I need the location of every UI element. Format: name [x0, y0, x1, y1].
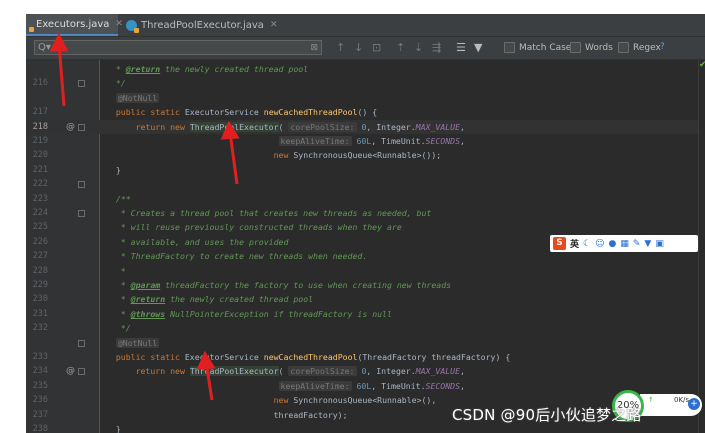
sogou-logo-icon[interactable]: S	[553, 237, 566, 250]
arrow-to-tab-head	[49, 32, 69, 52]
plus-icon[interactable]: +	[688, 398, 700, 410]
arrow-to-first-call-head	[220, 120, 240, 140]
moon-icon[interactable]: ☾	[583, 239, 591, 249]
arrow-to-tab	[57, 43, 66, 107]
mic-icon[interactable]: ●	[608, 239, 616, 249]
arrow-to-first-call	[228, 131, 239, 185]
ide-window: Executors.java ✕ ThreadPoolExecutor.java…	[26, 14, 705, 433]
smile-icon[interactable]: ☺	[595, 239, 604, 249]
shirt-icon[interactable]: ▼	[644, 239, 651, 249]
keyboard-icon[interactable]: ▦	[620, 239, 629, 249]
watermark: CSDN @90后小伙追梦之路	[452, 406, 642, 424]
speed-panel: ↑ 0K/s +	[640, 394, 702, 416]
arrow-to-second-call-head	[196, 350, 216, 370]
speed-value: 0K/s	[674, 396, 690, 404]
tool-icon[interactable]: ✎	[633, 239, 641, 249]
upload-arrow-icon: ↑	[648, 396, 654, 404]
ime-language-label[interactable]: 英	[570, 237, 579, 250]
grid-icon[interactable]: ▣	[655, 239, 664, 249]
ime-toolbar[interactable]: S 英 ☾ ☺ ● ▦ ✎ ▼ ▣	[550, 235, 698, 252]
annotation-arrows	[49, 32, 240, 401]
